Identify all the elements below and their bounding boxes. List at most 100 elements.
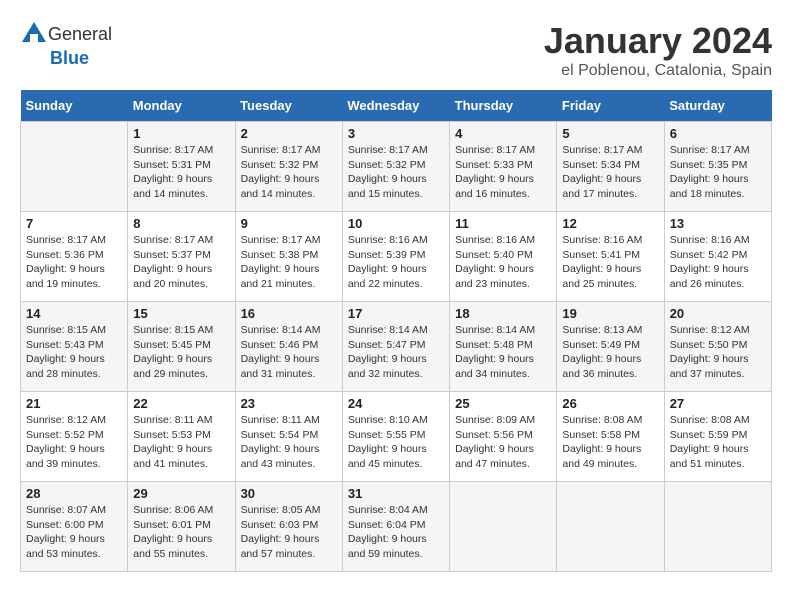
calendar-week-row: 21Sunrise: 8:12 AMSunset: 5:52 PMDayligh… bbox=[21, 392, 772, 482]
calendar-cell bbox=[450, 482, 557, 572]
day-number: 30 bbox=[241, 486, 337, 501]
calendar-cell: 14 Sunrise: 8:15 AMSunset: 5:43 PMDayligh… bbox=[21, 302, 128, 392]
day-number: 28 bbox=[26, 486, 122, 501]
calendar-cell: 26 Sunrise: 8:08 AMSunset: 5:58 PMDayligh… bbox=[557, 392, 664, 482]
calendar-cell: 22 Sunrise: 8:11 AMSunset: 5:53 PMDayligh… bbox=[128, 392, 235, 482]
day-number: 27 bbox=[670, 396, 766, 411]
day-info: Sunrise: 8:12 AMSunset: 5:50 PMDaylight:… bbox=[670, 323, 766, 382]
day-number: 20 bbox=[670, 306, 766, 321]
calendar-cell: 12 Sunrise: 8:16 AMSunset: 5:41 PMDayligh… bbox=[557, 212, 664, 302]
calendar-cell bbox=[21, 122, 128, 212]
day-info: Sunrise: 8:08 AMSunset: 5:59 PMDaylight:… bbox=[670, 413, 766, 472]
day-info: Sunrise: 8:17 AMSunset: 5:32 PMDaylight:… bbox=[241, 143, 337, 202]
day-info: Sunrise: 8:07 AMSunset: 6:00 PMDaylight:… bbox=[26, 503, 122, 562]
day-info: Sunrise: 8:15 AMSunset: 5:43 PMDaylight:… bbox=[26, 323, 122, 382]
day-info: Sunrise: 8:17 AMSunset: 5:35 PMDaylight:… bbox=[670, 143, 766, 202]
day-info: Sunrise: 8:09 AMSunset: 5:56 PMDaylight:… bbox=[455, 413, 551, 472]
calendar-cell: 11Sunrise: 8:16 AMSunset: 5:40 PMDayligh… bbox=[450, 212, 557, 302]
calendar-cell: 24Sunrise: 8:10 AMSunset: 5:55 PMDayligh… bbox=[342, 392, 449, 482]
day-number: 7 bbox=[26, 216, 122, 231]
day-number: 15 bbox=[133, 306, 229, 321]
day-number: 3 bbox=[348, 126, 444, 141]
logo-blue: Blue bbox=[50, 48, 89, 69]
day-info: Sunrise: 8:06 AMSunset: 6:01 PMDaylight:… bbox=[133, 503, 229, 562]
header-day-wednesday: Wednesday bbox=[342, 90, 449, 122]
day-info: Sunrise: 8:15 AMSunset: 5:45 PMDaylight:… bbox=[133, 323, 229, 382]
day-number: 18 bbox=[455, 306, 551, 321]
day-number: 12 bbox=[562, 216, 658, 231]
calendar-cell: 25Sunrise: 8:09 AMSunset: 5:56 PMDayligh… bbox=[450, 392, 557, 482]
calendar-cell: 2Sunrise: 8:17 AMSunset: 5:32 PMDaylight… bbox=[235, 122, 342, 212]
logo-icon bbox=[20, 20, 48, 48]
day-number: 23 bbox=[241, 396, 337, 411]
day-info: Sunrise: 8:17 AMSunset: 5:37 PMDaylight:… bbox=[133, 233, 229, 292]
calendar-cell bbox=[557, 482, 664, 572]
calendar-table: SundayMondayTuesdayWednesdayThursdayFrid… bbox=[20, 90, 772, 572]
day-number: 9 bbox=[241, 216, 337, 231]
day-info: Sunrise: 8:08 AMSunset: 5:58 PMDaylight:… bbox=[562, 413, 658, 472]
calendar-cell: 7 Sunrise: 8:17 AMSunset: 5:36 PMDaylight… bbox=[21, 212, 128, 302]
day-number: 29 bbox=[133, 486, 229, 501]
day-info: Sunrise: 8:14 AMSunset: 5:46 PMDaylight:… bbox=[241, 323, 337, 382]
calendar-cell: 23Sunrise: 8:11 AMSunset: 5:54 PMDayligh… bbox=[235, 392, 342, 482]
calendar-cell: 28 Sunrise: 8:07 AMSunset: 6:00 PMDayligh… bbox=[21, 482, 128, 572]
day-info: Sunrise: 8:16 AMSunset: 5:41 PMDaylight:… bbox=[562, 233, 658, 292]
day-number: 14 bbox=[26, 306, 122, 321]
day-info: Sunrise: 8:14 AMSunset: 5:47 PMDaylight:… bbox=[348, 323, 444, 382]
page-header: General Blue January 2024 el Poblenou, C… bbox=[20, 20, 772, 80]
calendar-week-row: 7 Sunrise: 8:17 AMSunset: 5:36 PMDaylight… bbox=[21, 212, 772, 302]
calendar-cell: 29 Sunrise: 8:06 AMSunset: 6:01 PMDayligh… bbox=[128, 482, 235, 572]
calendar-cell: 13 Sunrise: 8:16 AMSunset: 5:42 PMDayligh… bbox=[664, 212, 771, 302]
header-day-tuesday: Tuesday bbox=[235, 90, 342, 122]
logo: General Blue bbox=[20, 20, 112, 69]
calendar-cell: 18 Sunrise: 8:14 AMSunset: 5:48 PMDayligh… bbox=[450, 302, 557, 392]
day-info: Sunrise: 8:17 AMSunset: 5:34 PMDaylight:… bbox=[562, 143, 658, 202]
day-number: 10 bbox=[348, 216, 444, 231]
location: el Poblenou, Catalonia, Spain bbox=[544, 62, 772, 80]
day-info: Sunrise: 8:16 AMSunset: 5:42 PMDaylight:… bbox=[670, 233, 766, 292]
day-info: Sunrise: 8:13 AMSunset: 5:49 PMDaylight:… bbox=[562, 323, 658, 382]
calendar-cell: 31Sunrise: 8:04 AMSunset: 6:04 PMDayligh… bbox=[342, 482, 449, 572]
header-day-friday: Friday bbox=[557, 90, 664, 122]
day-info: Sunrise: 8:17 AMSunset: 5:38 PMDaylight:… bbox=[241, 233, 337, 292]
calendar-cell: 20 Sunrise: 8:12 AMSunset: 5:50 PMDayligh… bbox=[664, 302, 771, 392]
header-day-saturday: Saturday bbox=[664, 90, 771, 122]
day-number: 6 bbox=[670, 126, 766, 141]
day-number: 26 bbox=[562, 396, 658, 411]
calendar-cell: 4 Sunrise: 8:17 AMSunset: 5:33 PMDaylight… bbox=[450, 122, 557, 212]
calendar-cell: 1Sunrise: 8:17 AMSunset: 5:31 PMDaylight… bbox=[128, 122, 235, 212]
day-info: Sunrise: 8:05 AMSunset: 6:03 PMDaylight:… bbox=[241, 503, 337, 562]
calendar-week-row: 14 Sunrise: 8:15 AMSunset: 5:43 PMDayligh… bbox=[21, 302, 772, 392]
header-day-thursday: Thursday bbox=[450, 90, 557, 122]
calendar-cell: 19 Sunrise: 8:13 AMSunset: 5:49 PMDayligh… bbox=[557, 302, 664, 392]
day-number: 16 bbox=[241, 306, 337, 321]
calendar-header-row: SundayMondayTuesdayWednesdayThursdayFrid… bbox=[21, 90, 772, 122]
calendar-cell: 21Sunrise: 8:12 AMSunset: 5:52 PMDayligh… bbox=[21, 392, 128, 482]
calendar-cell: 30 Sunrise: 8:05 AMSunset: 6:03 PMDayligh… bbox=[235, 482, 342, 572]
day-number: 4 bbox=[455, 126, 551, 141]
day-info: Sunrise: 8:10 AMSunset: 5:55 PMDaylight:… bbox=[348, 413, 444, 472]
calendar-cell: 9 Sunrise: 8:17 AMSunset: 5:38 PMDaylight… bbox=[235, 212, 342, 302]
calendar-cell bbox=[664, 482, 771, 572]
title-section: January 2024 el Poblenou, Catalonia, Spa… bbox=[544, 20, 772, 80]
day-info: Sunrise: 8:16 AMSunset: 5:39 PMDaylight:… bbox=[348, 233, 444, 292]
day-number: 1 bbox=[133, 126, 229, 141]
day-number: 17 bbox=[348, 306, 444, 321]
day-info: Sunrise: 8:17 AMSunset: 5:33 PMDaylight:… bbox=[455, 143, 551, 202]
calendar-cell: 27 Sunrise: 8:08 AMSunset: 5:59 PMDayligh… bbox=[664, 392, 771, 482]
calendar-cell: 6 Sunrise: 8:17 AMSunset: 5:35 PMDaylight… bbox=[664, 122, 771, 212]
day-number: 5 bbox=[562, 126, 658, 141]
logo-general: General bbox=[48, 24, 112, 45]
day-number: 13 bbox=[670, 216, 766, 231]
day-number: 31 bbox=[348, 486, 444, 501]
day-info: Sunrise: 8:14 AMSunset: 5:48 PMDaylight:… bbox=[455, 323, 551, 382]
calendar-cell: 3Sunrise: 8:17 AMSunset: 5:32 PMDaylight… bbox=[342, 122, 449, 212]
calendar-cell: 10 Sunrise: 8:16 AMSunset: 5:39 PMDayligh… bbox=[342, 212, 449, 302]
header-day-sunday: Sunday bbox=[21, 90, 128, 122]
day-number: 22 bbox=[133, 396, 229, 411]
calendar-week-row: 1Sunrise: 8:17 AMSunset: 5:31 PMDaylight… bbox=[21, 122, 772, 212]
calendar-cell: 16 Sunrise: 8:14 AMSunset: 5:46 PMDayligh… bbox=[235, 302, 342, 392]
day-number: 19 bbox=[562, 306, 658, 321]
day-info: Sunrise: 8:11 AMSunset: 5:53 PMDaylight:… bbox=[133, 413, 229, 472]
day-info: Sunrise: 8:17 AMSunset: 5:36 PMDaylight:… bbox=[26, 233, 122, 292]
